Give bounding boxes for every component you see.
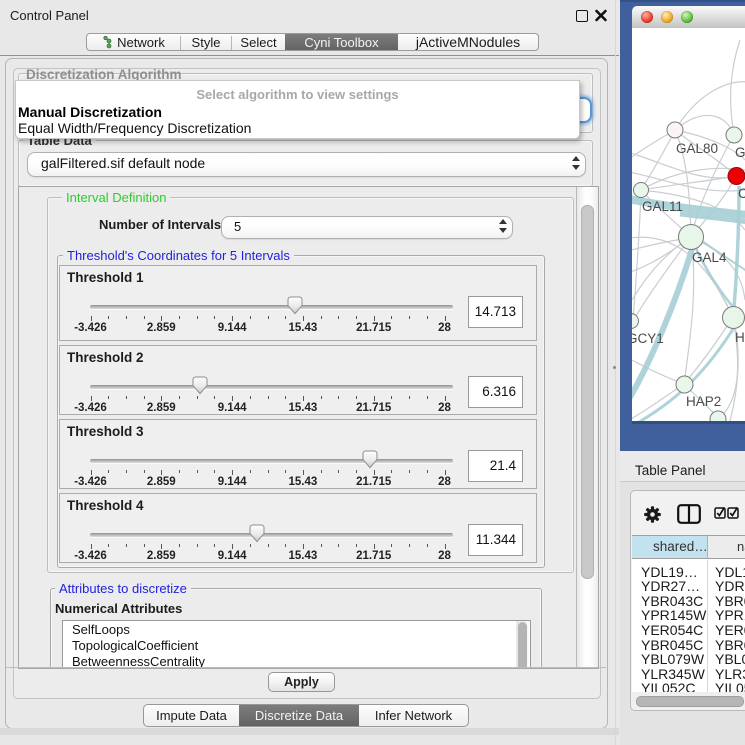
svg-text:GAL4: GAL4: [692, 250, 727, 265]
svg-text:GAL11: GAL11: [642, 199, 683, 214]
svg-text:GAL80: GAL80: [676, 141, 718, 156]
svg-text:C: C: [738, 186, 745, 201]
svg-text:H: H: [735, 330, 745, 345]
svg-text:GCY1: GCY1: [632, 331, 664, 346]
svg-text:HAP2: HAP2: [686, 394, 721, 409]
svg-text:GA: GA: [735, 145, 745, 160]
